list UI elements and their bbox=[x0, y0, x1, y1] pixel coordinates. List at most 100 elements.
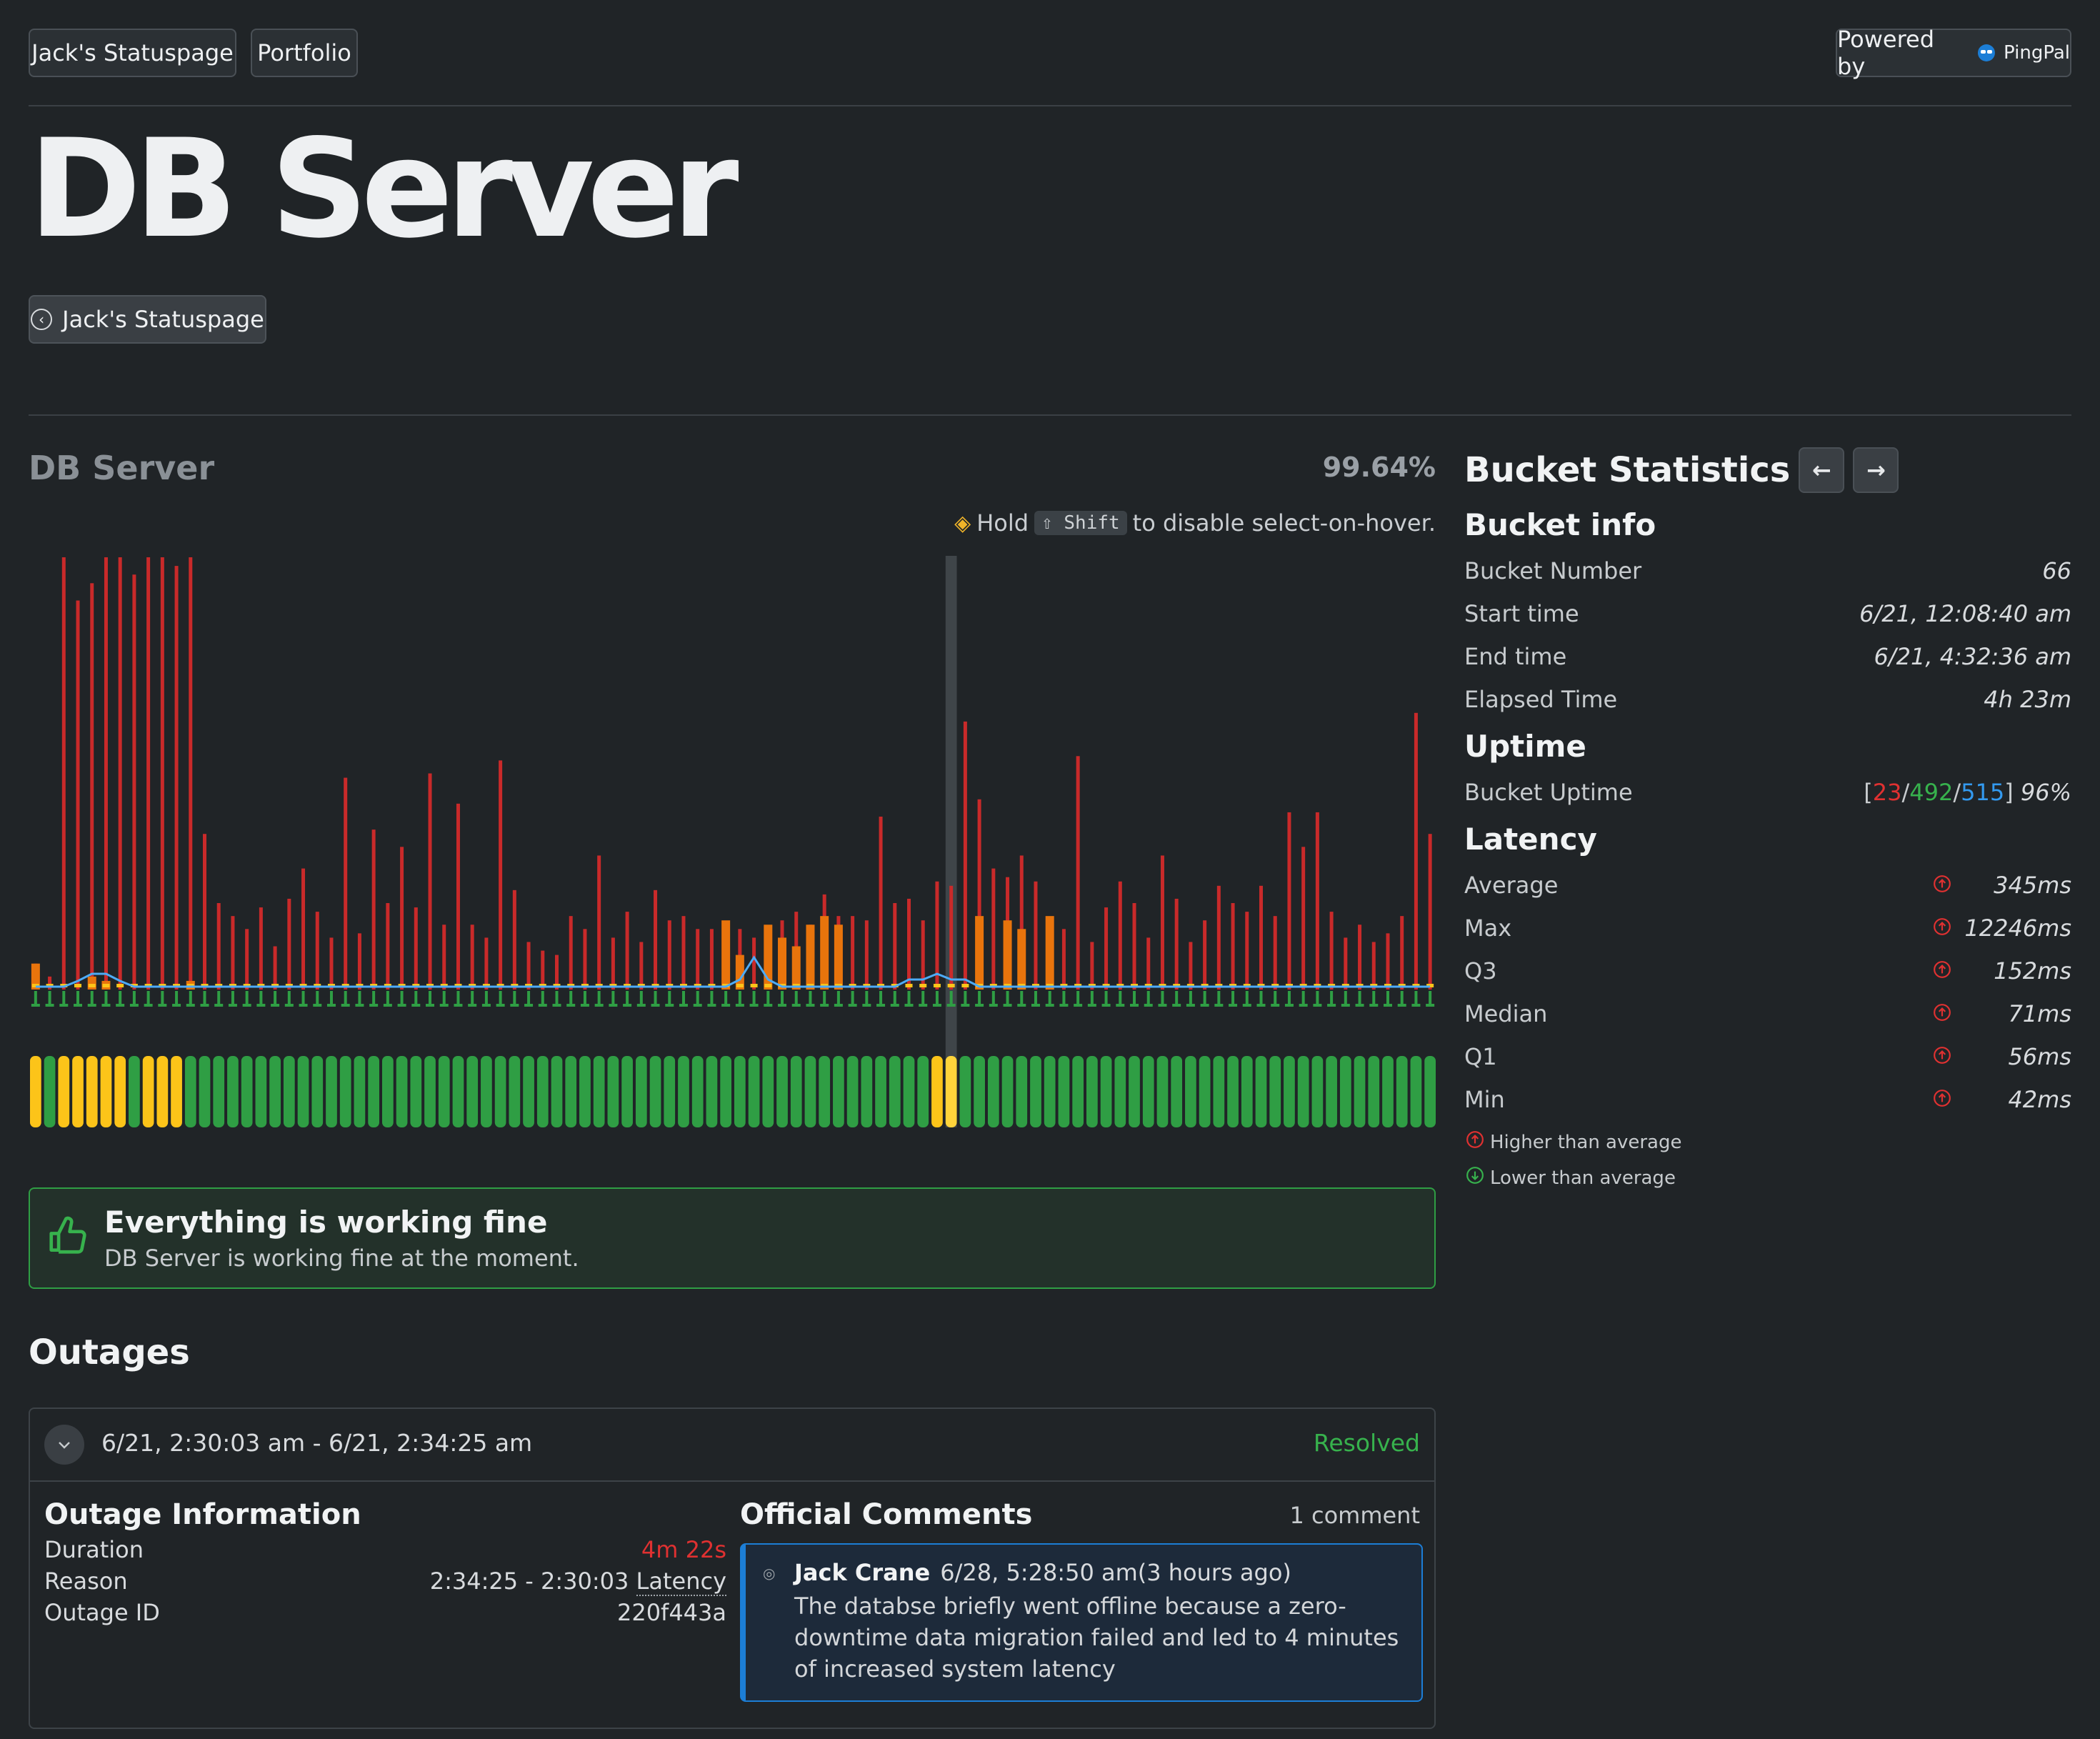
latency-tick-cap bbox=[609, 1004, 618, 1007]
latency-tick bbox=[626, 991, 629, 1005]
downtime-bar bbox=[118, 557, 122, 990]
status-bucket bbox=[58, 1056, 70, 1127]
latency-tick bbox=[541, 991, 544, 1005]
status-bucket bbox=[903, 1056, 915, 1127]
latency-tick bbox=[583, 991, 586, 1005]
latency-tick bbox=[1189, 991, 1192, 1005]
reason-row: Reason 2:34:25 - 2:30:03 Latency bbox=[44, 1568, 726, 1596]
status-bucket bbox=[171, 1056, 182, 1127]
elapsed-label: Elapsed Time bbox=[1464, 686, 1618, 713]
latency-tick bbox=[429, 991, 432, 1005]
uptime-total-count: 515 bbox=[1961, 779, 2005, 806]
downtime-bar bbox=[329, 937, 334, 990]
monitor-name: DB Server bbox=[29, 449, 215, 487]
degraded-bar bbox=[820, 916, 829, 990]
latency-tick-cap bbox=[721, 1004, 731, 1007]
latency-row-min: Min 42ms bbox=[1464, 1086, 2071, 1113]
latency-tick-cap bbox=[820, 1004, 829, 1007]
duration-row: Duration 4m 22s bbox=[44, 1536, 726, 1563]
duration-value: 4m 22s bbox=[641, 1536, 726, 1563]
status-bucket bbox=[1368, 1056, 1380, 1127]
downtime-bar bbox=[61, 557, 66, 990]
powered-by-badge[interactable]: Powered by PingPal bbox=[1836, 26, 2071, 80]
legend-higher-label: Higher than average bbox=[1490, 1131, 1682, 1153]
downtime-bar bbox=[1386, 933, 1390, 990]
latency-tick-cap bbox=[1397, 1004, 1406, 1007]
downtime-bar bbox=[1216, 885, 1221, 990]
downtime-bar bbox=[526, 942, 531, 990]
latency-tick-cap bbox=[341, 1004, 350, 1007]
outage-header[interactable]: 6/21, 2:30:03 am - 6/21, 2:34:25 am Reso… bbox=[30, 1409, 1434, 1482]
status-bucket bbox=[1156, 1056, 1169, 1127]
status-bucket bbox=[1326, 1056, 1337, 1127]
downtime-bar bbox=[1428, 834, 1432, 990]
status-bucket bbox=[1030, 1056, 1041, 1127]
elapsed-value: 4h 23m bbox=[1984, 686, 2071, 713]
degraded-bar bbox=[721, 920, 731, 990]
degraded-bar bbox=[1045, 916, 1054, 990]
latency-tick bbox=[724, 991, 728, 1005]
nav-home-button[interactable]: Jack's Statuspage bbox=[29, 29, 236, 77]
latency-tick-cap bbox=[538, 1004, 547, 1007]
latency-tick-cap bbox=[764, 1004, 773, 1007]
latency-tick bbox=[1133, 991, 1136, 1005]
downtime-bar bbox=[1400, 916, 1404, 990]
expand-toggle[interactable] bbox=[44, 1425, 84, 1465]
latency-label: Min bbox=[1464, 1086, 1505, 1113]
status-bucket bbox=[424, 1056, 436, 1127]
downtime-bar bbox=[216, 903, 221, 990]
downtime-bar bbox=[231, 916, 235, 990]
downtime-bar bbox=[442, 925, 446, 990]
thumbs-up-icon bbox=[49, 1216, 86, 1254]
back-to-statuspage-button[interactable]: ‹ Jack's Statuspage bbox=[29, 295, 266, 344]
latency-tick bbox=[1287, 991, 1291, 1005]
latency-row-q3: Q3 152ms bbox=[1464, 957, 2071, 985]
degraded-bar bbox=[1017, 929, 1026, 990]
downtime-bar bbox=[456, 803, 460, 990]
downtime-bar bbox=[512, 890, 516, 990]
comment-time: 6/28, 5:28:50 am bbox=[940, 1559, 1138, 1586]
latency-tick-cap bbox=[946, 1004, 956, 1007]
nav-portfolio-button[interactable]: Portfolio bbox=[251, 29, 358, 77]
latency-tick bbox=[1245, 991, 1249, 1005]
latency-tick-cap bbox=[623, 1004, 632, 1007]
status-bucket bbox=[1241, 1056, 1253, 1127]
comments-count: 1 comment bbox=[1289, 1502, 1420, 1529]
downtime-bar bbox=[132, 574, 136, 990]
latency-tick bbox=[1414, 991, 1418, 1005]
comment-relative-time: (3 hours ago) bbox=[1137, 1559, 1291, 1586]
downtime-bar bbox=[90, 583, 94, 990]
status-bucket bbox=[861, 1056, 873, 1127]
latency-tick-cap bbox=[1256, 1004, 1266, 1007]
comments-title: Official Comments bbox=[740, 1498, 1033, 1531]
latency-tick-cap bbox=[45, 1004, 54, 1007]
latency-label: Q1 bbox=[1464, 1043, 1497, 1070]
latency-marker bbox=[750, 984, 758, 987]
uptime-latency-chart[interactable] bbox=[29, 550, 1437, 1136]
latency-tick-cap bbox=[214, 1004, 224, 1007]
latency-tick bbox=[189, 991, 192, 1005]
reason-tag[interactable]: Latency bbox=[636, 1568, 726, 1596]
latency-tick-cap bbox=[735, 1004, 744, 1007]
uptime-title: Uptime bbox=[1464, 729, 1586, 764]
status-bucket bbox=[565, 1056, 577, 1127]
comment-dot-icon: ◎ bbox=[763, 1565, 776, 1582]
status-bucket bbox=[297, 1056, 309, 1127]
latency-tick-cap bbox=[749, 1004, 759, 1007]
arrow-up-circle-icon bbox=[1466, 1130, 1484, 1154]
latency-tick bbox=[1217, 991, 1221, 1005]
downtime-bar bbox=[414, 907, 418, 990]
status-bucket bbox=[199, 1056, 211, 1127]
outage-info-title: Outage Information bbox=[44, 1498, 361, 1531]
status-bucket bbox=[1072, 1056, 1084, 1127]
next-bucket-button[interactable]: → bbox=[1853, 447, 1899, 493]
status-bucket bbox=[368, 1056, 379, 1127]
downtime-bar bbox=[949, 885, 954, 990]
status-bucket bbox=[241, 1056, 253, 1127]
latency-marker bbox=[947, 984, 955, 987]
latency-tick-cap bbox=[1045, 1004, 1054, 1007]
selected-bucket-highlight bbox=[945, 556, 957, 1127]
latency-tick-cap bbox=[1144, 1004, 1153, 1007]
prev-bucket-button[interactable]: ← bbox=[1799, 447, 1845, 493]
latency-tick bbox=[1020, 991, 1024, 1005]
